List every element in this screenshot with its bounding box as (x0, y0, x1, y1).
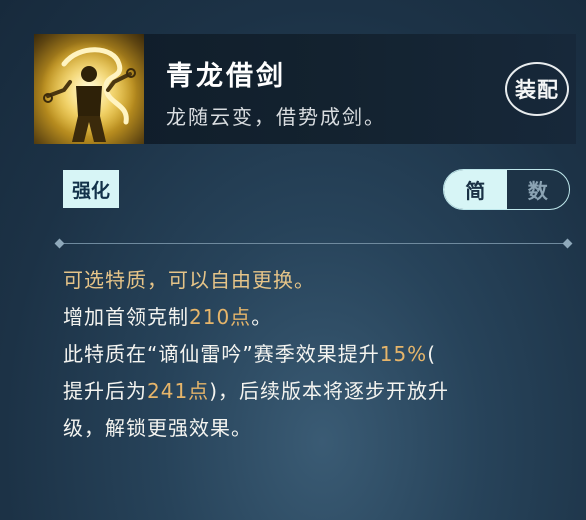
skill-detail-panel: 青龙借剑 龙随云变，借势成剑。 装配 强化 简 数 可选特质，可以自由更换。 增… (0, 0, 586, 520)
description-line-2: 增加首领克制210点。 (63, 305, 273, 329)
skill-flavor-text: 龙随云变，借势成剑。 (166, 105, 386, 129)
skill-name: 青龙借剑 (166, 61, 286, 92)
skill-description: 可选特质，可以自由更换。 增加首领克制210点。 此特质在“谪仙雷吟”赛季效果提… (63, 262, 563, 447)
toggle-option-numeric[interactable]: 数 (507, 170, 570, 209)
season-bonus-value: 15% (379, 342, 428, 366)
divider-right-diamond-icon (562, 238, 573, 249)
boss-counter-value: 210点 (189, 305, 252, 329)
description-line-3: 此特质在“谪仙雷吟”赛季效果提升15%( (63, 342, 436, 366)
skill-portrait-icon (34, 34, 144, 144)
divider-left-diamond-icon (54, 238, 65, 249)
description-line-4: 提升后为241点)，后续版本将逐步开放升 (63, 379, 449, 403)
enhance-tag: 强化 (63, 170, 119, 208)
section-divider (54, 238, 573, 249)
toggle-option-simple[interactable]: 简 (444, 170, 507, 209)
description-line-1: 可选特质，可以自由更换。 (63, 268, 315, 292)
description-line-5: 级，解锁更强效果。 (63, 416, 252, 440)
boosted-value: 241点 (147, 379, 210, 403)
view-mode-toggle[interactable]: 简 数 (443, 169, 570, 210)
equip-button[interactable]: 装配 (505, 62, 569, 116)
